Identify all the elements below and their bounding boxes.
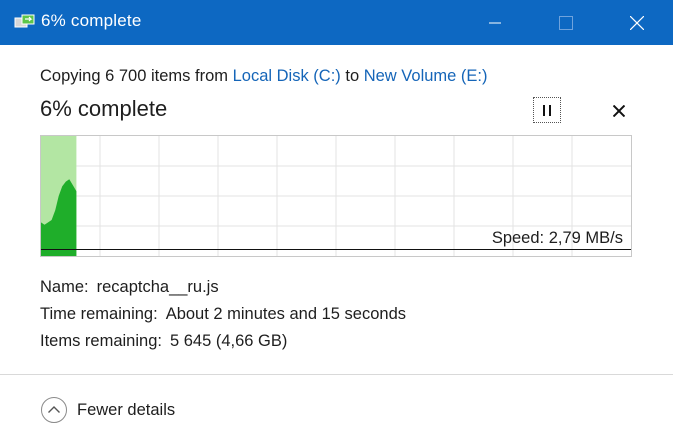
name-label: Name: bbox=[40, 278, 89, 296]
copy-prefix: Copying 6 700 items from bbox=[40, 67, 233, 85]
pause-icon bbox=[543, 104, 545, 116]
close-window-button[interactable] bbox=[614, 0, 660, 45]
minimize-button[interactable] bbox=[472, 0, 518, 45]
copy-dialog-window: 6% complete Copying 6 700 items from Loc… bbox=[0, 0, 673, 445]
time-label: Time remaining: bbox=[40, 305, 158, 323]
detail-name-row: Name: recaptcha__ru.js bbox=[40, 278, 219, 297]
title-bar[interactable]: 6% complete bbox=[0, 0, 673, 45]
minimize-icon bbox=[489, 22, 501, 23]
progress-percent: 6% complete bbox=[40, 96, 168, 121]
pause-button[interactable] bbox=[533, 97, 561, 123]
destination-link[interactable]: New Volume (E:) bbox=[364, 67, 488, 85]
copy-description: Copying 6 700 items from Local Disk (C:)… bbox=[40, 67, 488, 86]
items-value: 5 645 (4,66 GB) bbox=[169, 332, 288, 350]
dialog-footer: Fewer details bbox=[0, 374, 673, 445]
close-icon bbox=[630, 15, 644, 30]
cancel-button[interactable] bbox=[606, 98, 632, 124]
fewer-details-button[interactable]: Fewer details bbox=[40, 396, 175, 424]
maximize-button[interactable] bbox=[543, 0, 589, 45]
pause-icon-bar bbox=[549, 104, 551, 116]
source-link[interactable]: Local Disk (C:) bbox=[233, 67, 341, 85]
fewer-details-label: Fewer details bbox=[77, 400, 176, 419]
maximize-icon bbox=[559, 15, 573, 30]
copy-middle: to bbox=[340, 67, 364, 85]
chevron-up-icon bbox=[41, 397, 67, 423]
time-value: About 2 minutes and 15 seconds bbox=[165, 305, 407, 323]
detail-items-row: Items remaining: 5 645 (4,66 GB) bbox=[40, 332, 287, 351]
speed-text: Speed: 2,79 MB/s bbox=[492, 229, 623, 247]
name-value: recaptcha__ru.js bbox=[96, 278, 219, 296]
window-title: 6% complete bbox=[41, 11, 142, 30]
copy-transfer-icon bbox=[14, 14, 35, 28]
detail-time-row: Time remaining: About 2 minutes and 15 se… bbox=[40, 305, 406, 324]
close-icon bbox=[613, 105, 625, 117]
speed-graph: Speed: 2,79 MB/s bbox=[40, 135, 632, 257]
items-label: Items remaining: bbox=[40, 332, 162, 350]
